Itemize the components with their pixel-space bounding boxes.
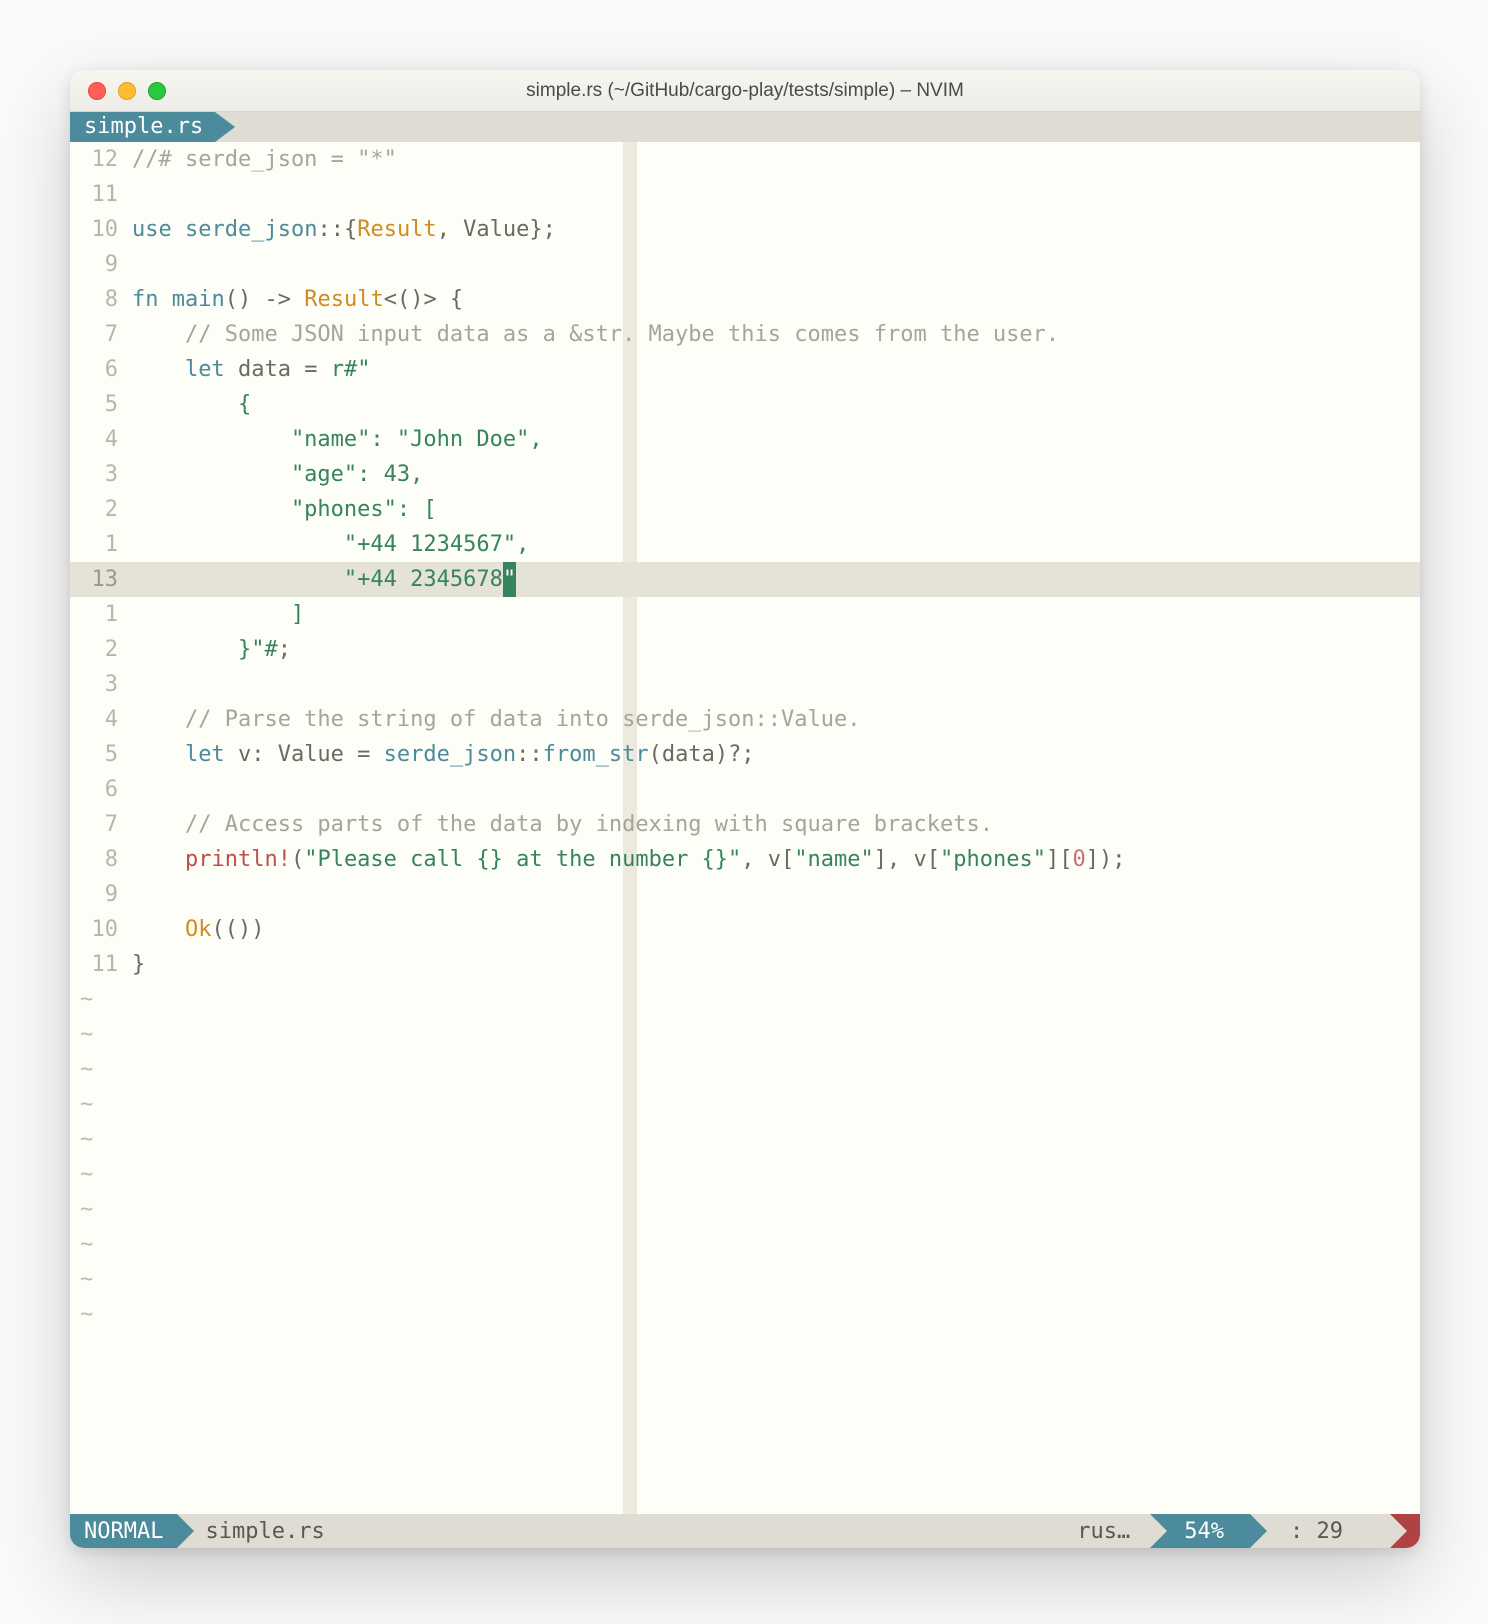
empty-line-tilde: ~: [70, 1017, 1420, 1052]
tabbar: simple.rs: [70, 112, 1420, 142]
code-line[interactable]: 4 // Parse the string of data into serde…: [70, 702, 1420, 737]
tab-simple-rs[interactable]: simple.rs: [70, 112, 215, 142]
code-line[interactable]: 7 // Access parts of the data by indexin…: [70, 807, 1420, 842]
status-col-label: :: [1290, 1519, 1303, 1544]
code-content: let data = r#": [126, 352, 370, 387]
empty-line-tilde: ~: [70, 1262, 1420, 1297]
code-line[interactable]: 6: [70, 772, 1420, 807]
gutter-number: 2: [70, 632, 126, 667]
empty-line-tilde: ~: [70, 1297, 1420, 1332]
titlebar: simple.rs (~/GitHub/cargo-play/tests/sim…: [70, 70, 1420, 112]
code-content: "phones": [: [126, 492, 437, 527]
code-line[interactable]: 12//# serde_json = "*": [70, 142, 1420, 177]
code-content: ]: [126, 597, 304, 632]
statusbar: NORMAL simple.rs rus… 54% : 29: [70, 1514, 1420, 1548]
status-col-value: 29: [1317, 1519, 1344, 1544]
code-line[interactable]: 13 "+44 2345678": [70, 562, 1420, 597]
gutter-number: 6: [70, 352, 126, 387]
empty-line-tilde: ~: [70, 1052, 1420, 1087]
code-content: [126, 772, 132, 807]
gutter-number: 5: [70, 387, 126, 422]
code-line[interactable]: 2 "phones": [: [70, 492, 1420, 527]
code-content: [126, 247, 132, 282]
gutter-number: 7: [70, 317, 126, 352]
gutter-number: 13: [70, 562, 126, 597]
editor-window: simple.rs (~/GitHub/cargo-play/tests/sim…: [70, 70, 1420, 1548]
code-content: use serde_json::{Result, Value};: [126, 212, 556, 247]
gutter-number: 1: [70, 527, 126, 562]
code-line[interactable]: 4 "name": "John Doe",: [70, 422, 1420, 457]
code-content: println!("Please call {} at the number {…: [126, 842, 1125, 877]
status-file: simple.rs: [177, 1514, 1067, 1548]
code-line[interactable]: 9: [70, 247, 1420, 282]
code-line[interactable]: 2 }"#;: [70, 632, 1420, 667]
window-title: simple.rs (~/GitHub/cargo-play/tests/sim…: [70, 80, 1420, 102]
code-line[interactable]: 5 {: [70, 387, 1420, 422]
code-line[interactable]: 10use serde_json::{Result, Value};: [70, 212, 1420, 247]
code-line[interactable]: 6 let data = r#": [70, 352, 1420, 387]
code-content: "name": "John Doe",: [126, 422, 543, 457]
gutter-number: 8: [70, 282, 126, 317]
code-content: // Some JSON input data as a &str. Maybe…: [126, 317, 1059, 352]
gutter-number: 8: [70, 842, 126, 877]
gutter-number: 9: [70, 247, 126, 282]
gutter-number: 4: [70, 702, 126, 737]
status-lang: rus…: [1067, 1514, 1150, 1548]
code-line[interactable]: 7 // Some JSON input data as a &str. May…: [70, 317, 1420, 352]
gutter-number: 5: [70, 737, 126, 772]
empty-line-tilde: ~: [70, 982, 1420, 1017]
code-content: [126, 877, 132, 912]
code-line[interactable]: 1 ]: [70, 597, 1420, 632]
code-content: "age": 43,: [126, 457, 423, 492]
gutter-number: 10: [70, 912, 126, 947]
empty-line-tilde: ~: [70, 1087, 1420, 1122]
code-line[interactable]: 1 "+44 1234567",: [70, 527, 1420, 562]
code-line[interactable]: 8 println!("Please call {} at the number…: [70, 842, 1420, 877]
code-content: fn main() -> Result<()> {: [126, 282, 463, 317]
status-end-marker: [1390, 1514, 1420, 1548]
code-content: [126, 667, 132, 702]
gutter-number: 11: [70, 177, 126, 212]
gutter-number: 4: [70, 422, 126, 457]
code-line[interactable]: 9: [70, 877, 1420, 912]
code-content: "+44 2345678": [126, 562, 516, 597]
empty-line-tilde: ~: [70, 1227, 1420, 1262]
status-mode: NORMAL: [70, 1514, 177, 1548]
gutter-number: 3: [70, 457, 126, 492]
code-content: Ok(()): [126, 912, 264, 947]
empty-line-tilde: ~: [70, 1157, 1420, 1192]
empty-line-tilde: ~: [70, 1122, 1420, 1157]
code-line[interactable]: 3: [70, 667, 1420, 702]
code-content: }"#;: [126, 632, 291, 667]
status-col: : 29: [1250, 1514, 1390, 1548]
gutter-number: 7: [70, 807, 126, 842]
code-content: "+44 1234567",: [126, 527, 529, 562]
status-percent: 54%: [1150, 1514, 1250, 1548]
gutter-number: 1: [70, 597, 126, 632]
code-content: // Access parts of the data by indexing …: [126, 807, 993, 842]
code-line[interactable]: 8fn main() -> Result<()> {: [70, 282, 1420, 317]
code-line[interactable]: 5 let v: Value = serde_json::from_str(da…: [70, 737, 1420, 772]
code-content: [126, 177, 132, 212]
code-content: let v: Value = serde_json::from_str(data…: [126, 737, 755, 772]
gutter-number: 10: [70, 212, 126, 247]
gutter-number: 12: [70, 142, 126, 177]
code-content: {: [126, 387, 251, 422]
code-content: //# serde_json = "*": [126, 142, 397, 177]
code-line[interactable]: 11: [70, 177, 1420, 212]
code-content: // Parse the string of data into serde_j…: [126, 702, 860, 737]
editor-area[interactable]: 12//# serde_json = "*"1110use serde_json…: [70, 142, 1420, 1514]
gutter-number: 2: [70, 492, 126, 527]
gutter-number: 6: [70, 772, 126, 807]
code-line[interactable]: 3 "age": 43,: [70, 457, 1420, 492]
empty-line-tilde: ~: [70, 1192, 1420, 1227]
code-content: }: [126, 947, 145, 982]
gutter-number: 11: [70, 947, 126, 982]
gutter-number: 3: [70, 667, 126, 702]
code-line[interactable]: 10 Ok(()): [70, 912, 1420, 947]
gutter-number: 9: [70, 877, 126, 912]
code-line[interactable]: 11}: [70, 947, 1420, 982]
